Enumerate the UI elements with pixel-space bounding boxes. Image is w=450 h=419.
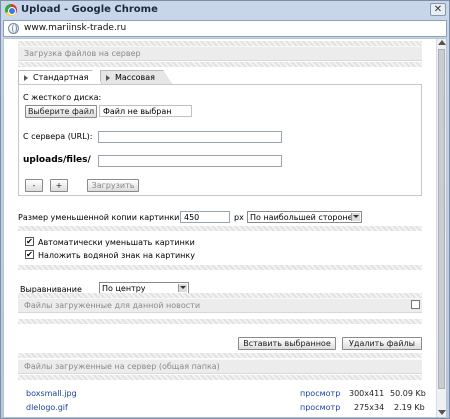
- tab-arrow-icon: [106, 75, 110, 81]
- file-size: 50.09 Kb: [390, 389, 426, 398]
- no-file-text: Файл не выбран: [99, 105, 192, 117]
- tab-standard-label: Стандартная: [33, 73, 89, 82]
- path-label: uploads/files/: [23, 155, 91, 165]
- file-name-link[interactable]: dlelogo.gif: [26, 403, 68, 412]
- tab-bulk-label: Массовая: [115, 73, 155, 82]
- file-view-link[interactable]: просмотр: [300, 389, 340, 398]
- from-url-label: С сервера (URL):: [23, 132, 93, 141]
- tab-standard[interactable]: Стандартная: [18, 70, 102, 84]
- scroll-thumb[interactable]: [438, 49, 445, 389]
- browser-window: Upload - Google Chrome ✕ www.mariinsk-tr…: [0, 0, 450, 419]
- watermark-checkbox[interactable]: ✔: [25, 250, 34, 259]
- auto-resize-label: Автоматически уменьшать картинки: [38, 238, 195, 247]
- remove-field-button[interactable]: -: [25, 179, 43, 192]
- thumb-size-input[interactable]: 450: [180, 211, 230, 223]
- close-button[interactable]: ✕: [430, 3, 446, 16]
- section-stripe: [18, 226, 422, 231]
- news-files-header: Файлы загруженные для данной новости: [18, 298, 422, 313]
- section-stripe: [18, 265, 422, 270]
- choose-file-button[interactable]: Выберите файл: [25, 105, 97, 118]
- server-files-header: Файлы загруженные на сервер (общая папка…: [18, 359, 422, 374]
- thumb-side-value: По наибольшей стороне: [250, 213, 353, 222]
- watermark-label: Наложить водяной знак на картинку: [38, 251, 195, 260]
- url-input[interactable]: [98, 131, 282, 143]
- delete-files-button[interactable]: Удалить файлы: [342, 337, 422, 350]
- title-bar: Upload - Google Chrome ✕: [1, 1, 449, 19]
- upload-section-header: Загрузка файлов на сервер: [18, 46, 422, 61]
- file-view-link[interactable]: просмотр: [300, 403, 340, 412]
- file-dims: 300x411: [349, 389, 385, 398]
- address-url[interactable]: www.mariinsk-trade.ru: [24, 23, 126, 33]
- file-name-link[interactable]: boxsmall.jpg: [26, 389, 77, 398]
- scroll-down-arrow-icon[interactable]: [438, 410, 446, 415]
- file-size: 2.19 Kb: [394, 403, 425, 412]
- section-stripe: [18, 375, 422, 380]
- section-stripe: [18, 319, 422, 324]
- chrome-logo-icon: [5, 4, 17, 16]
- scroll-up-arrow-icon[interactable]: [438, 40, 446, 45]
- file-dims: 275x34: [354, 403, 385, 412]
- align-value: По центру: [102, 284, 146, 293]
- chevron-down-icon: [351, 213, 360, 221]
- upload-button[interactable]: Загрузить: [87, 179, 139, 192]
- from-disk-label: С жесткого диска:: [23, 93, 102, 102]
- vertical-scrollbar[interactable]: [436, 39, 446, 417]
- auto-resize-checkbox[interactable]: ✔: [25, 237, 34, 246]
- select-all-checkbox[interactable]: [411, 300, 420, 309]
- path-input[interactable]: [98, 155, 282, 167]
- thumb-unit-label: px: [234, 213, 244, 222]
- tab-bulk[interactable]: Массовая: [100, 70, 172, 84]
- upload-panel: С жесткого диска: Выберите файл Файл не …: [18, 84, 422, 196]
- section-stripe: [18, 62, 422, 67]
- page-content: Загрузка файлов на сервер Стандартная Ма…: [3, 38, 447, 418]
- globe-icon: [8, 23, 19, 34]
- section-stripe: [18, 353, 422, 358]
- thumb-size-label: Размер уменьшенной копии картинки:: [18, 213, 183, 222]
- window-title: Upload - Google Chrome: [21, 4, 158, 15]
- address-bar[interactable]: www.mariinsk-trade.ru: [3, 20, 447, 37]
- chevron-down-icon: [178, 284, 187, 292]
- add-field-button[interactable]: +: [50, 179, 68, 192]
- insert-selected-button[interactable]: Вставить выбранное: [238, 337, 336, 350]
- tab-arrow-icon: [24, 75, 28, 81]
- thumb-side-select[interactable]: По наибольшей стороне: [247, 211, 362, 223]
